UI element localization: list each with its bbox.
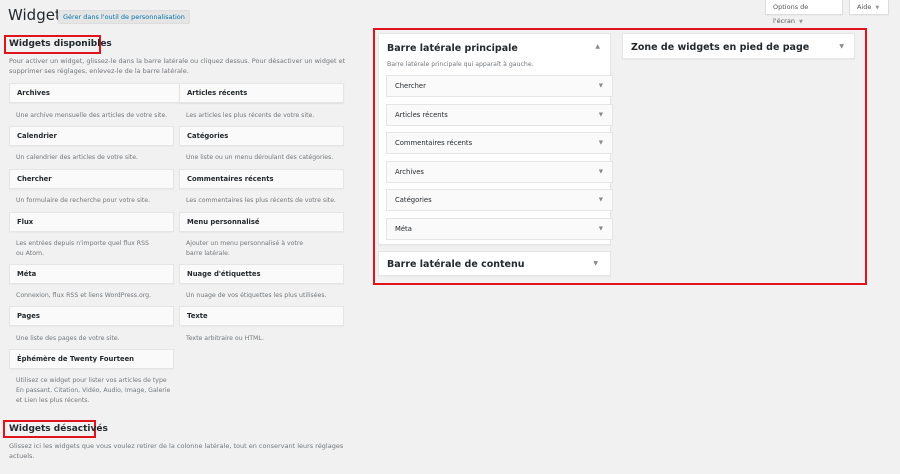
widget-texte[interactable]: Texte xyxy=(179,306,344,326)
widget-description: Un nuage de vos étiquettes les plus util… xyxy=(186,292,327,299)
widget-description: Utilisez ce widget pour lister vos artic… xyxy=(16,377,171,404)
sidebar-footer-title: Zone de widgets en pied de page xyxy=(631,42,810,53)
caret-down-icon[interactable]: ▼ xyxy=(599,105,603,125)
widget-menu-personnalise[interactable]: Menu personnalisé xyxy=(179,212,344,232)
available-description: Pour activer un widget, glissez-le dans … xyxy=(9,57,346,75)
screen-options-button[interactable]: Options de l'écran ▼ xyxy=(765,0,843,25)
widget-description: Une liste des pages de votre site. xyxy=(16,335,120,342)
widget-description: Connexion, flux RSS et liens WordPress.o… xyxy=(16,292,152,299)
caret-down-icon: ▼ xyxy=(798,19,803,25)
sidebar-widget-label: Méta xyxy=(395,225,412,233)
sidebar-main-description: Barre latérale principale qui apparaît à… xyxy=(387,61,534,68)
caret-down-icon[interactable]: ▼ xyxy=(839,43,844,50)
widget-articles-recents[interactable]: Articles récents xyxy=(179,83,344,103)
widget-commentaires-recents[interactable]: Commentaires récents xyxy=(179,169,344,189)
widget-meta[interactable]: Méta xyxy=(9,264,174,284)
caret-down-icon[interactable]: ▼ xyxy=(599,133,603,153)
widget-description: Les articles les plus récents de votre s… xyxy=(186,112,315,119)
widget-ephemere-twenty-fourteen[interactable]: Éphémère de Twenty Fourteen xyxy=(9,349,174,369)
widget-chercher[interactable]: Chercher xyxy=(9,169,174,189)
sidebar-main-title[interactable]: Barre latérale principale xyxy=(387,43,518,54)
widget-categories[interactable]: Catégories xyxy=(179,126,344,146)
caret-down-icon[interactable]: ▼ xyxy=(593,260,598,267)
sidebar-widget-archives[interactable]: Archives ▼ xyxy=(386,161,613,183)
widget-calendrier[interactable]: Calendrier xyxy=(9,126,174,146)
sidebar-widget-label: Articles récents xyxy=(395,111,448,119)
sidebar-widget-label: Chercher xyxy=(395,82,426,90)
widget-description: Un formulaire de recherche pour votre si… xyxy=(16,197,151,204)
caret-down-icon[interactable]: ▼ xyxy=(599,162,603,182)
widget-description: Ajouter un menu personnalisé à votre bar… xyxy=(186,240,304,257)
widget-nuage-etiquettes[interactable]: Nuage d'étiquettes xyxy=(179,264,344,284)
sidebar-widget-commentaires-recents[interactable]: Commentaires récents ▼ xyxy=(386,132,613,154)
widget-description: Un calendrier des articles de votre site… xyxy=(16,154,138,161)
inactive-description: Glissez ici les widgets que vous voulez … xyxy=(9,442,344,460)
available-heading: Widgets disponibles xyxy=(9,39,112,49)
sidebar-footer[interactable]: Zone de widgets en pied de page ▼ xyxy=(622,33,855,59)
sidebar-widget-label: Commentaires récents xyxy=(395,139,473,147)
sidebar-widget-label: Catégories xyxy=(395,196,432,204)
help-label: Aide xyxy=(857,3,872,11)
sidebar-content[interactable]: Barre latérale de contenu ▼ xyxy=(378,251,611,276)
customize-button[interactable]: Gérer dans l'outil de personnalisation xyxy=(58,10,190,24)
caret-down-icon[interactable]: ▼ xyxy=(599,76,603,96)
widget-description: Les entrées depuis n'importe quel flux R… xyxy=(16,240,149,257)
caret-down-icon[interactable]: ▼ xyxy=(599,190,603,210)
widget-description: Texte arbitraire ou HTML. xyxy=(186,335,264,342)
sidebar-widget-categories[interactable]: Catégories ▼ xyxy=(386,189,613,211)
inactive-heading: Widgets désactivés xyxy=(9,424,108,434)
caret-down-icon[interactable]: ▼ xyxy=(599,219,603,239)
sidebar-main: Barre latérale principale ▲ Barre latéra… xyxy=(378,33,613,245)
sidebar-widget-articles-recents[interactable]: Articles récents ▼ xyxy=(386,104,613,126)
widget-description: Une liste ou un menu déroulant des catég… xyxy=(186,154,334,161)
widget-description: Une archive mensuelle des articles de vo… xyxy=(16,112,168,119)
caret-down-icon: ▼ xyxy=(875,5,880,11)
sidebar-widget-label: Archives xyxy=(395,168,424,176)
widget-description: Les commentaires les plus récents de vot… xyxy=(186,197,336,204)
widget-pages[interactable]: Pages xyxy=(9,306,174,326)
sidebar-widget-meta[interactable]: Méta ▼ xyxy=(386,218,613,240)
screen-options-label: Options de l'écran xyxy=(773,3,809,25)
help-button[interactable]: Aide ▼ xyxy=(849,0,889,15)
caret-up-icon[interactable]: ▲ xyxy=(595,43,600,50)
sidebar-content-title: Barre latérale de contenu xyxy=(387,259,525,270)
sidebar-widget-chercher[interactable]: Chercher ▼ xyxy=(386,75,613,97)
widget-flux[interactable]: Flux xyxy=(9,212,174,232)
